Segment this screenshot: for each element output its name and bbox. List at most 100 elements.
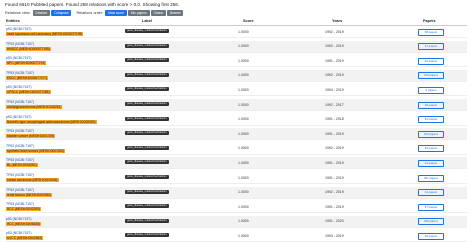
gene-entity[interactable]: p53 (NCBI:7157) <box>6 217 88 221</box>
table-row: p53 (NCBI:7157) head squamous cell carcin… <box>5 26 467 38</box>
order-most-score-button[interactable]: Most score <box>105 10 127 16</box>
score-value: 1.0000 <box>238 131 249 136</box>
header-entities: Entities <box>6 19 20 23</box>
gene-entity[interactable]: TP53 (NCBI:7157) <box>6 100 88 104</box>
score-value: 1.0000 <box>238 190 249 195</box>
disease-entity[interactable]: NPC (MESH:D000077274) <box>6 61 47 66</box>
view-detailed-button[interactable]: Detailed <box>32 10 51 16</box>
papers-button[interactable]: 68 papers <box>418 28 444 36</box>
disease-entity[interactable]: BL (MESH:D002051) <box>6 163 38 168</box>
gene-entity[interactable]: TP53 (NCBI:7157) <box>6 129 88 133</box>
disease-entity[interactable]: head squamous cell carcinoma (MESH:D0000… <box>6 32 84 36</box>
disease-entity[interactable]: ESCC (MESH:D000077277) <box>6 75 49 80</box>
order-min-papers-button[interactable]: Min papers <box>127 10 150 16</box>
papers-button[interactable]: 36 papers <box>418 101 444 109</box>
papers-button[interactable]: 17 papers <box>418 43 444 51</box>
score-value: 1.0000 <box>238 87 249 92</box>
gene-entity[interactable]: TP53 (NCBI:7157) <box>6 158 88 162</box>
score-value: 1.0000 <box>238 160 249 165</box>
relation-label-badge: gene_disease_marker/mechanism <box>125 160 169 165</box>
disease-entity[interactable]: RCC (MESH:D002292) <box>6 207 41 212</box>
entities-cell: TP53 (NCBI:7157) breast carcinoma (MESH:D… <box>6 173 88 182</box>
table-row: TP53 (NCBI:7157) renal tumour (MESH:D0076… <box>5 186 467 199</box>
gene-entity[interactable]: TP53 (NCBI:7157) <box>6 202 88 206</box>
entities-cell: p53 (NCBI:7157) NPC (MESH:D000077274) <box>6 56 88 66</box>
disease-entity[interactable]: bladder cancer (MESH:D001749) <box>6 134 56 139</box>
score-value: 1.0000 <box>238 73 249 78</box>
score-value: 1.0000 <box>238 102 249 107</box>
years-range: 1992 - 2017 <box>325 102 344 107</box>
years-range: 1992 - 2019 <box>325 44 344 49</box>
disease-entity[interactable]: cholangiocarcinoma (MESH:D018281) <box>6 105 63 109</box>
papers-button[interactable]: 81 papers <box>418 116 444 124</box>
entities-cell: p53 (NCBI:7157) HCC (MESH:D006528) <box>6 217 88 226</box>
gene-entity[interactable]: TP53 (NCBI:7157) <box>6 173 88 177</box>
relation-label-badge: gene_disease_marker/mechanism <box>125 189 169 194</box>
gene-entity[interactable]: p53 (NCBI:7157) <box>6 115 88 119</box>
gene-entity[interactable]: TP53 (NCBI:7157) <box>6 42 88 46</box>
disease-entity[interactable]: synthetic brain tumors (MESH:D001932) <box>6 148 66 153</box>
order-oldest-button[interactable]: Oldest <box>150 10 166 16</box>
entities-cell: TP53 (NCBI:7157) ESCC (MESH:D000077277) <box>6 71 88 80</box>
relations-controls: Relations view: Detailed Collapsed Relat… <box>5 9 184 17</box>
disease-entity[interactable]: UVCC (MESH:D002583) <box>6 236 44 241</box>
order-newest-button[interactable]: Newest <box>166 10 184 16</box>
disease-entity[interactable]: renal tumour (MESH:D007680) <box>6 192 52 197</box>
relation-label-badge: gene_disease_marker/mechanism <box>125 218 169 223</box>
table-row: TP53 (NCBI:7157) RCC (MESH:D002292) gene_d… <box>5 201 467 214</box>
gene-entity[interactable]: p53 (NCBI:7157) <box>6 85 88 89</box>
papers-button[interactable]: 25 papers <box>418 232 444 240</box>
years-range: 1991 - 2020 <box>325 219 344 224</box>
papers-button[interactable]: 64 papers <box>418 145 444 153</box>
entities-cell: TP53 (NCBI:7157) BL (MESH:D002051) <box>6 158 88 168</box>
years-range: 1991 - 2018 <box>325 117 344 122</box>
papers-button[interactable]: 47 papers <box>418 203 444 211</box>
gene-entity[interactable]: p53 (NCBI:7157) <box>6 56 88 60</box>
years-range: 1991 - 2019 <box>325 204 344 209</box>
relation-label-badge: gene_disease_marker/mechanism <box>125 72 169 77</box>
relations-view-label: Relations view: <box>5 11 31 15</box>
score-value: 1.0000 <box>238 175 249 180</box>
papers-button[interactable]: 52 papers <box>418 57 444 65</box>
papers-button[interactable]: 109 papers <box>418 72 444 80</box>
years-range: 1992 - 2019 <box>325 146 344 151</box>
gene-entity[interactable]: TP53 (NCBI:7157) <box>6 144 88 148</box>
header-label: Label <box>142 19 152 23</box>
entities-cell: TP53 (NCBI:7157) HNSCC (MESH:D000077195) <box>6 42 88 51</box>
entities-cell: TP53 (NCBI:7157) synthetic brain tumors (… <box>6 144 88 153</box>
disease-entity[interactable]: UPSCC (MESH:D000077285) <box>6 90 51 95</box>
score-value: 1.0000 <box>238 44 249 49</box>
gene-entity[interactable]: TP53 (NCBI:7157) <box>6 71 88 75</box>
papers-button[interactable]: 21 papers <box>418 159 444 167</box>
table-header: Entities Label Score Years Papers <box>5 18 467 26</box>
table-row: TP53 (NCBI:7157) HNSCC (MESH:D000077195) g… <box>5 40 467 53</box>
relation-label-badge: gene_disease_marker/mechanism <box>125 233 169 238</box>
view-collapsed-button[interactable]: Collapsed <box>51 10 72 16</box>
papers-button[interactable]: 6 papers <box>418 86 444 94</box>
score-value: 1.0000 <box>238 29 249 34</box>
relation-label-badge: gene_disease_marker/mechanism <box>125 145 169 150</box>
gene-entity[interactable]: p53 (NCBI:7157) <box>6 27 88 31</box>
entities-cell: p53 (NCBI:7157) UPSCC (MESH:D000077285) <box>6 85 88 95</box>
papers-button[interactable]: 361 papers <box>418 174 444 182</box>
gene-entity[interactable]: p53 (NCBI:7157) <box>6 231 88 235</box>
papers-button[interactable]: 100 papers <box>418 130 444 138</box>
relation-label-badge: gene_disease_marker/mechanism <box>125 102 169 106</box>
table-row: p53 (NCBI:7157) UVCC (MESH:D002583) gene_d… <box>5 230 467 242</box>
relation-label-badge: gene_disease_marker/mechanism <box>125 87 169 92</box>
header-years: Years <box>332 19 343 23</box>
disease-entity[interactable]: HNSCC (MESH:D000077195) <box>6 46 51 51</box>
header-score: Score <box>243 19 254 23</box>
disease-entity[interactable]: Barrett's-type oesophageal adenocarcinom… <box>6 119 97 124</box>
gene-entity[interactable]: TP53 (NCBI:7157) <box>6 188 88 192</box>
disease-entity[interactable]: HCC (MESH:D006528) <box>6 221 41 226</box>
years-range: 1991 - 2019 <box>325 131 344 136</box>
years-range: 1992 - 2019 <box>325 29 344 34</box>
years-range: 1991 - 2019 <box>325 58 344 63</box>
years-range: 1991 - 2019 <box>325 160 344 165</box>
score-value: 1.0000 <box>238 204 249 209</box>
papers-button[interactable]: 189 papers <box>418 218 444 226</box>
disease-entity[interactable]: breast carcinoma (MESH:D001943) <box>6 178 59 182</box>
score-value: 1.0000 <box>238 219 249 224</box>
papers-button[interactable]: 41 papers <box>418 189 444 197</box>
